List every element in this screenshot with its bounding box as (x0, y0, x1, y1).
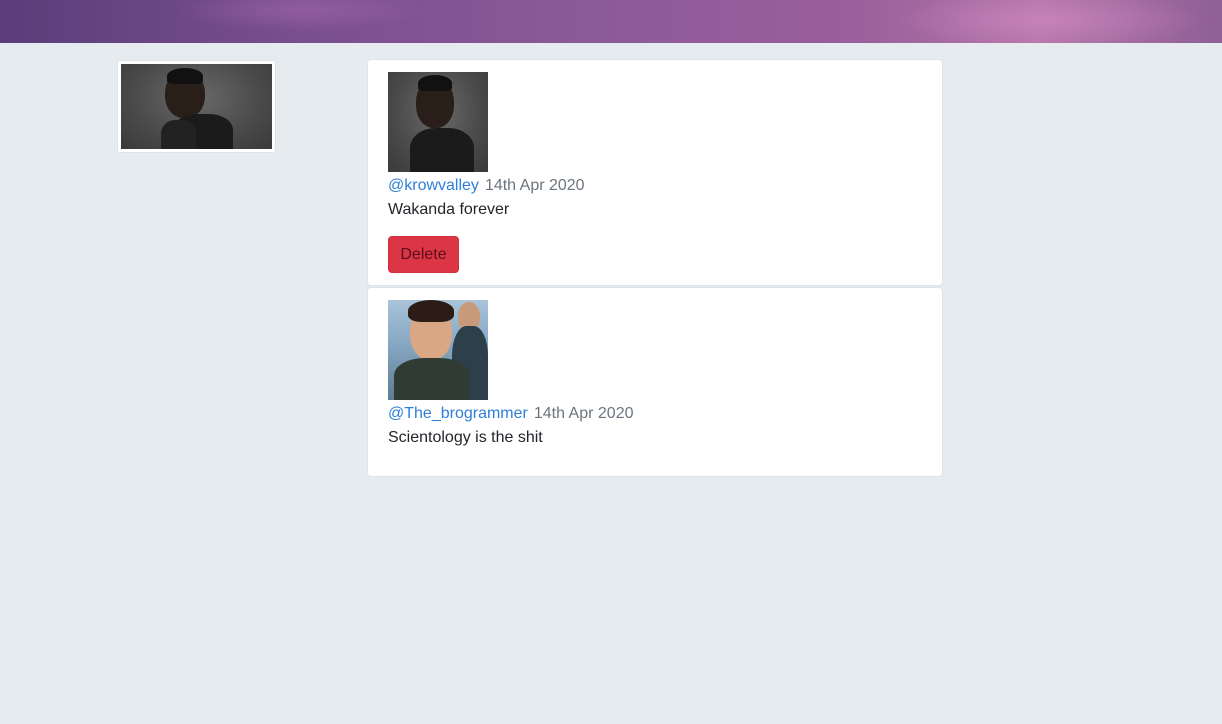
post-card: @krowvalley 14th Apr 2020 Wakanda forever… (367, 59, 943, 286)
post-date: 14th Apr 2020 (533, 405, 634, 422)
post-meta: @krowvalley 14th Apr 2020 (388, 176, 585, 196)
delete-post-button[interactable]: Delete (388, 236, 459, 273)
post-avatar (388, 72, 488, 172)
profile-avatar-card (117, 60, 276, 153)
post-avatar (388, 300, 488, 400)
post-date: 14th Apr 2020 (484, 177, 585, 194)
post-card: @The_brogrammer 14th Apr 2020 Scientology… (367, 287, 943, 477)
post-meta: @The_brogrammer 14th Apr 2020 (388, 404, 633, 424)
post-author-handle[interactable]: @krowvalley (388, 177, 479, 194)
header-banner (0, 0, 1222, 43)
post-text: Scientology is the shit (388, 429, 543, 446)
profile-avatar (121, 64, 272, 149)
post-text: Wakanda forever (388, 201, 510, 218)
post-author-handle[interactable]: @The_brogrammer (388, 405, 528, 422)
